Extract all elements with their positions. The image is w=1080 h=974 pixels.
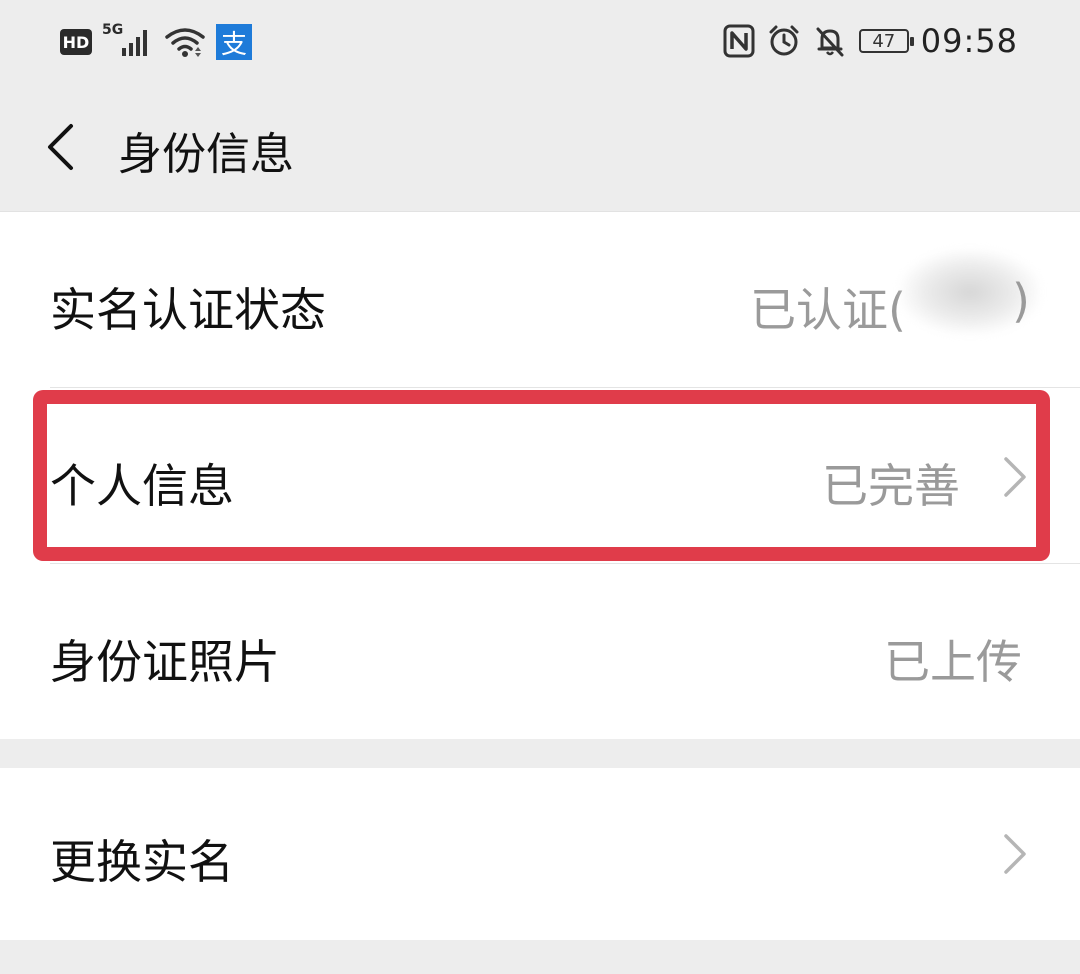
chevron-right-icon xyxy=(1004,834,1026,874)
verification-status-value: 已认证( xyxy=(750,283,906,337)
hd-icon: HD xyxy=(60,29,92,55)
row-label: 更换实名 xyxy=(50,835,234,889)
list-item-change-real-name[interactable]: 更换实名 xyxy=(0,768,1080,940)
back-button[interactable] xyxy=(30,112,90,182)
status-bar: HD 5G 支 47 09:58 xyxy=(0,0,1080,84)
chevron-left-icon xyxy=(48,124,73,170)
personal-info-status: 已完善 xyxy=(822,459,960,513)
alipay-icon: 支 xyxy=(216,24,252,60)
row-label: 身份证照片 xyxy=(50,635,280,689)
change-name-list: 更换实名 xyxy=(0,768,1080,940)
status-bar-right: 47 09:58 xyxy=(723,20,1018,62)
signal-icon: 5G xyxy=(102,22,154,58)
navigation-bar: 身份信息 xyxy=(0,84,1080,210)
nfc-icon xyxy=(723,24,755,58)
chevron-right-icon xyxy=(1004,457,1026,497)
battery-icon: 47 xyxy=(858,29,914,53)
list-item-verification-status: 实名认证状态 已认证( ) xyxy=(0,212,1080,387)
row-label: 个人信息 xyxy=(50,459,234,513)
identity-info-screen: HD 5G 支 47 09:58 身份信息 实名认证状态 已认证() 个人信息… xyxy=(0,0,1080,974)
list-item-id-card-photo: 身份证照片 已上传 xyxy=(0,564,1080,739)
wifi-icon xyxy=(165,28,205,57)
battery-level: 47 xyxy=(872,30,896,52)
id-card-photo-status: 已上传 xyxy=(884,635,1022,689)
clock: 09:58 xyxy=(920,22,1018,60)
identity-info-list: 实名认证状态 已认证( ) 个人信息 已完善 身份证照片 已上传 xyxy=(0,211,1080,739)
row-label: 实名认证状态 xyxy=(50,283,326,337)
list-item-personal-info[interactable]: 个人信息 已完善 xyxy=(0,388,1080,563)
verification-status-value-tail: ) xyxy=(1012,274,1030,328)
alarm-icon xyxy=(769,25,799,56)
page-title: 身份信息 xyxy=(118,129,294,180)
status-bar-left: HD 5G 支 xyxy=(60,22,252,62)
mute-icon xyxy=(816,27,844,57)
